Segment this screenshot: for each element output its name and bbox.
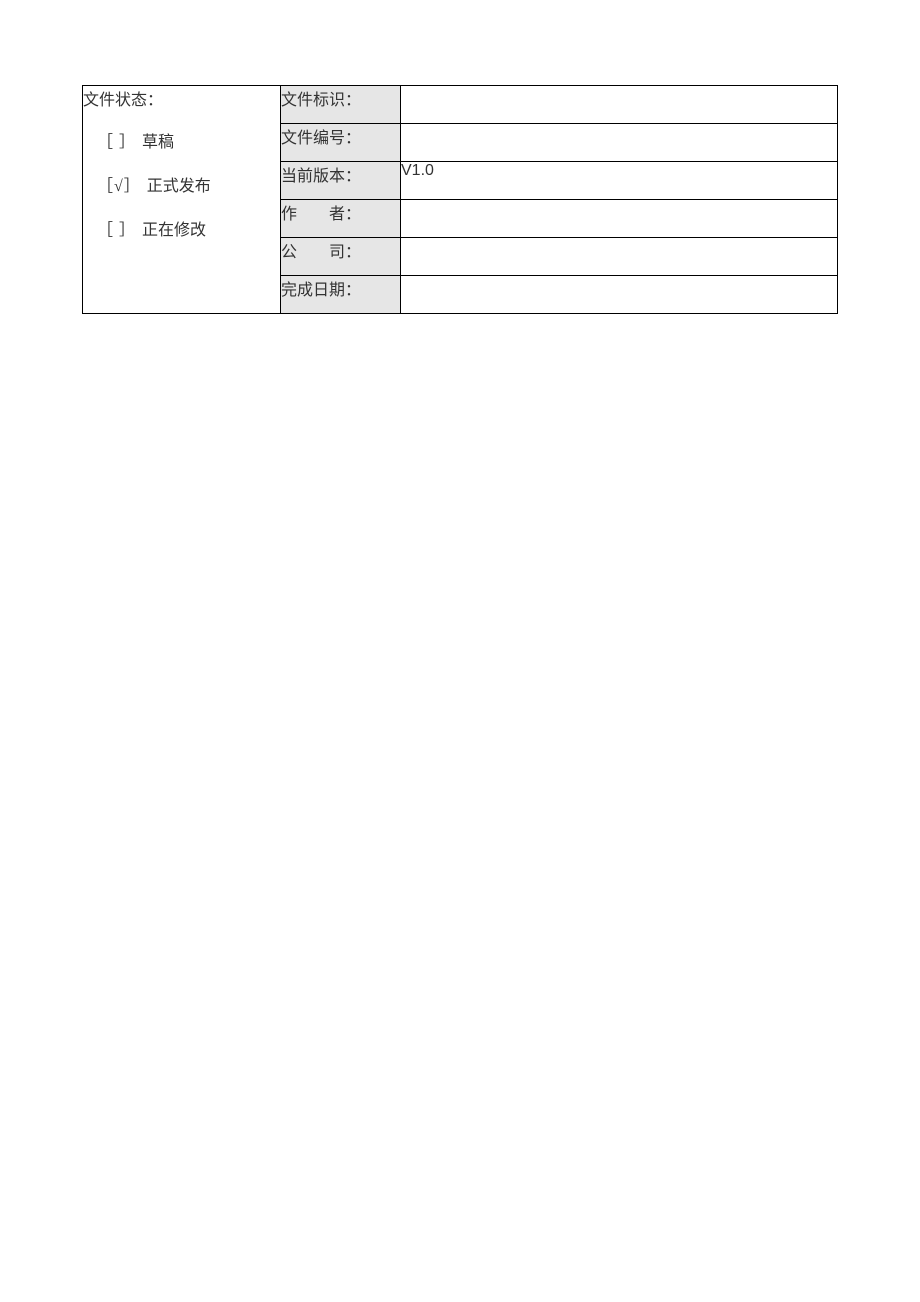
label-author: 作 者： [281,200,401,238]
value-completion-date [401,276,838,314]
value-author [401,200,838,238]
value-company [401,238,838,276]
status-label-modifying: 正在修改 [142,216,206,240]
status-label-published: 正式发布 [147,172,211,196]
label-identifier: 文件标识： [281,86,401,124]
checkbox-published: ［√］ [97,172,141,196]
label-number: 文件编号： [281,124,401,162]
document-info-table: 文件状态： ［ ］ 草稿 ［√］ 正式发布 ［ ］ 正在修改 文件标识： 文件编… [82,85,838,314]
file-status-cell: 文件状态： ［ ］ 草稿 ［√］ 正式发布 ［ ］ 正在修改 [83,86,281,314]
label-version: 当前版本： [281,162,401,200]
status-option-draft: ［ ］ 草稿 [83,128,280,152]
value-identifier [401,86,838,124]
label-completion-date: 完成日期： [281,276,401,314]
value-number [401,124,838,162]
checkbox-modifying: ［ ］ [97,216,136,240]
status-option-published: ［√］ 正式发布 [83,172,280,196]
status-option-modifying: ［ ］ 正在修改 [83,216,280,240]
status-label-draft: 草稿 [142,128,174,152]
value-version: V1.0 [401,162,838,200]
file-status-header: 文件状态： [83,86,280,110]
label-company: 公 司： [281,238,401,276]
checkbox-draft: ［ ］ [97,128,136,152]
